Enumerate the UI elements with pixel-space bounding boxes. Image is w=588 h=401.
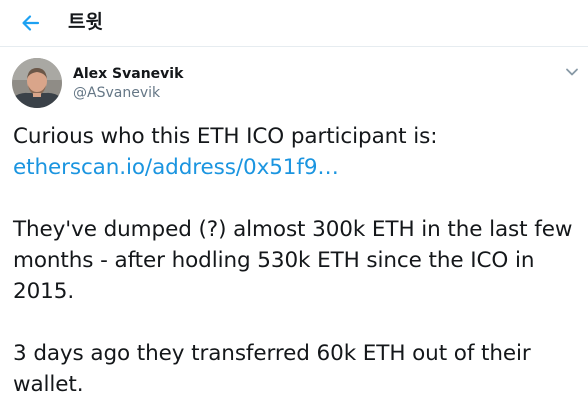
chevron-down-icon — [566, 68, 578, 76]
back-button[interactable] — [16, 9, 44, 37]
page-title: 트윗 — [68, 11, 103, 33]
author-handle[interactable]: @ASvanevik — [73, 84, 160, 102]
avatar-photo — [12, 58, 62, 108]
tweet-line: months - after hodling 530k ETH since th… — [13, 248, 535, 273]
tweet-line: Curious who this ETH ICO participant is: — [13, 124, 438, 149]
etherscan-link[interactable]: etherscan.io/address/0x51f9… — [13, 155, 339, 180]
tweet-line: They've dumped (?) almost 300k ETH in th… — [13, 217, 573, 242]
tweet-text: Curious who this ETH ICO participant is:… — [13, 121, 581, 400]
tweet-line: 2015. — [13, 279, 75, 304]
tweet-line: 3 days ago they transferred 60k ETH out … — [13, 341, 531, 366]
tweet-menu-button[interactable] — [563, 64, 581, 80]
top-bar: 트윗 — [0, 0, 588, 47]
avatar[interactable] — [12, 58, 62, 108]
author-name[interactable]: Alex Svanevik — [73, 65, 183, 83]
tweet-line: wallet. — [13, 372, 84, 397]
arrow-left-icon — [22, 15, 40, 31]
